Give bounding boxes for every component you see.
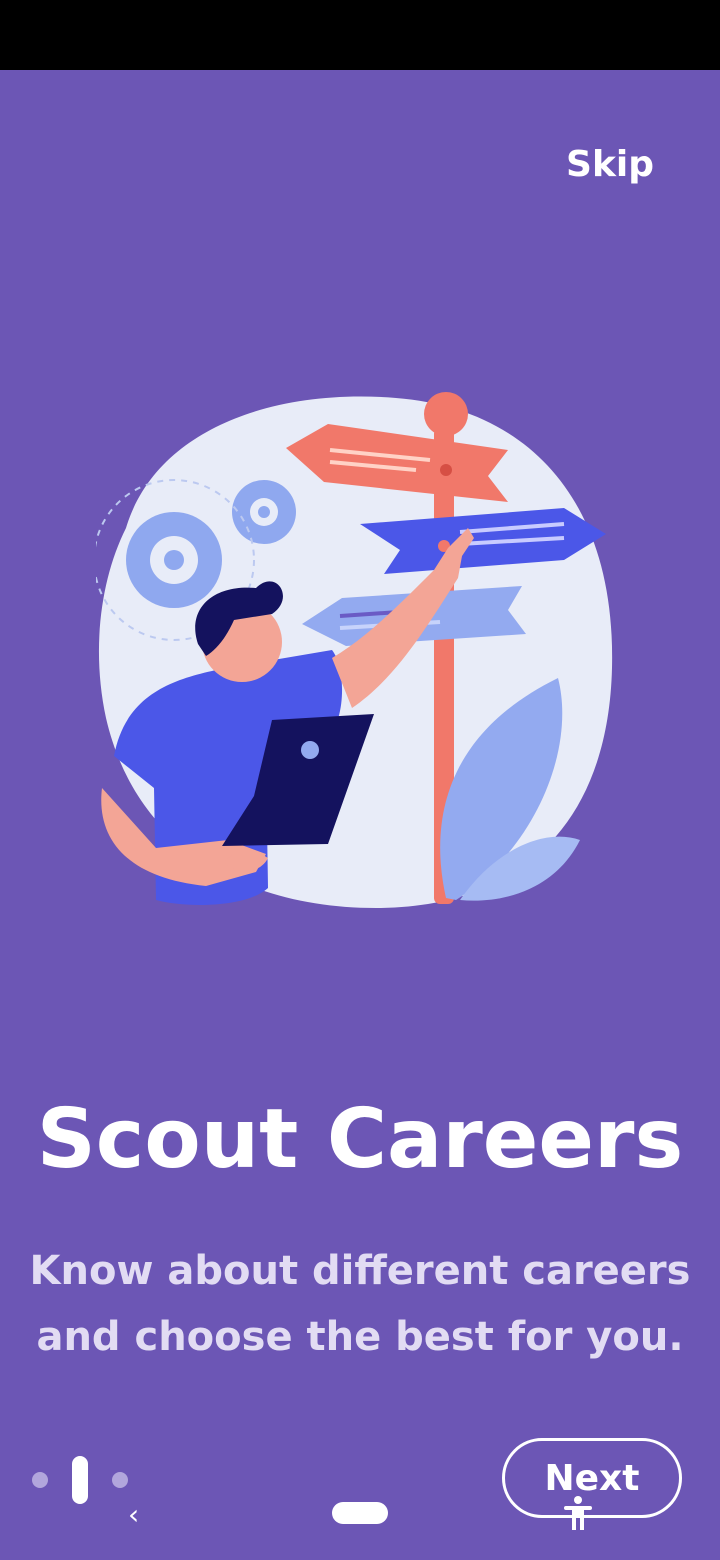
page-dot-2-active[interactable] (72, 1456, 88, 1504)
skip-button[interactable]: Skip (566, 144, 654, 185)
accessibility-icon[interactable] (562, 1496, 594, 1530)
page-dot-1[interactable] (32, 1472, 48, 1488)
page-title: Scout Careers (36, 1092, 684, 1187)
onboarding-screen: Skip Scout Careers Know about different … (0, 70, 720, 1560)
page-indicator (30, 1456, 140, 1506)
subtitle-line-1: Know about different careers (29, 1248, 691, 1294)
page-subtitle: Know about different careers and choose … (20, 1238, 700, 1370)
subtitle-line-2: and choose the best for you. (36, 1314, 684, 1360)
back-chevron-icon[interactable]: ‹ (128, 1498, 139, 1531)
home-pill-icon[interactable] (332, 1502, 388, 1524)
career-signpost-illustration (96, 392, 613, 908)
status-bar (0, 0, 720, 70)
page-dot-3[interactable] (112, 1472, 128, 1488)
